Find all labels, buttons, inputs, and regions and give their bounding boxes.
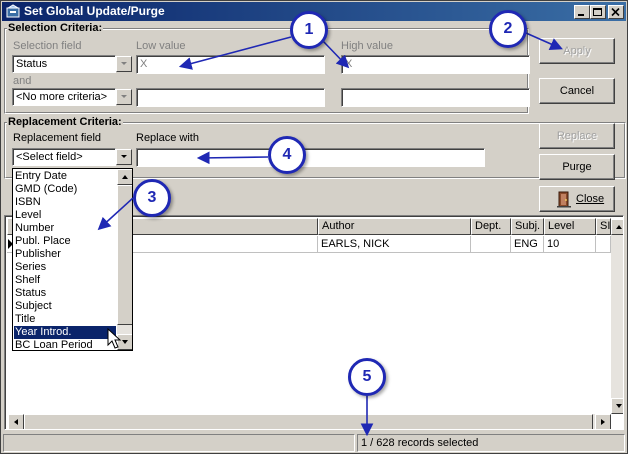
dropdown-option-subject[interactable]: Subject	[14, 300, 116, 313]
purge-button[interactable]: Purge	[539, 154, 615, 180]
high-value-input[interactable]: X	[341, 55, 530, 74]
replace-with-label: Replace with	[136, 132, 199, 144]
cell-author[interactable]: EARLS, NICK	[318, 236, 471, 253]
scroll-left-button[interactable]	[8, 414, 24, 429]
dropdown-option-level[interactable]: Level	[14, 209, 116, 222]
dropdown-option-publisher[interactable]: Publisher	[14, 248, 116, 261]
dropdown-option-title[interactable]: Title	[14, 313, 116, 326]
second-criteria-combo[interactable]: <No more criteria>	[12, 88, 116, 106]
minimize-button[interactable]	[574, 5, 590, 19]
records-selected-status: 1 / 628 records selected	[357, 434, 625, 452]
horizontal-scrollbar[interactable]	[8, 414, 611, 429]
apply-button[interactable]: Apply	[539, 38, 615, 64]
status-bar: 1 / 628 records selected	[3, 434, 625, 452]
replace-button[interactable]: Replace	[539, 123, 615, 149]
global-update-purge-window: Set Global Update/Purge Selection Criter…	[0, 0, 628, 454]
dropdown-scroll-up-button[interactable]	[117, 169, 132, 185]
chevron-down-icon	[121, 155, 127, 158]
second-criteria-dropdown-button[interactable]	[116, 89, 132, 105]
arrow-down-icon	[616, 404, 622, 408]
cell-level[interactable]: 10	[544, 236, 596, 253]
purge-app-icon	[6, 4, 20, 18]
dropdown-option-bc-loan-period[interactable]: BC Loan Period	[14, 339, 116, 350]
window-title: Set Global Update/Purge	[24, 4, 165, 18]
callout-badge-2: 2	[489, 10, 527, 48]
horizontal-scroll-thumb[interactable]	[24, 414, 593, 429]
vertical-scrollbar[interactable]	[611, 219, 623, 414]
callout-badge-3: 3	[133, 179, 171, 217]
and-label: and	[13, 75, 32, 87]
dropdown-option-series[interactable]: Series	[14, 261, 116, 274]
dropdown-scroll-thumb[interactable]	[117, 185, 132, 325]
close-button-label: Close	[576, 193, 605, 205]
high-value-2-input[interactable]	[341, 88, 530, 107]
column-header-si[interactable]: SI	[596, 218, 611, 235]
chevron-down-icon	[121, 62, 127, 65]
status-panel-left	[3, 434, 355, 452]
callout-badge-4: 4	[268, 136, 306, 174]
cancel-button[interactable]: Cancel	[539, 78, 615, 104]
close-icon	[611, 8, 620, 17]
dropdown-option-shelf[interactable]: Shelf	[14, 274, 116, 287]
dropdown-option-entry-date[interactable]: Entry Date	[14, 170, 116, 183]
replace-with-input[interactable]	[136, 148, 485, 167]
chevron-down-icon	[121, 95, 127, 98]
column-header-dept[interactable]: Dept.	[471, 218, 511, 235]
callout-badge-5: 5	[348, 358, 386, 396]
maximize-button[interactable]	[590, 5, 606, 19]
close-window-button[interactable]	[608, 5, 624, 19]
column-header-level[interactable]: Level	[544, 218, 596, 235]
low-value-label: Low value	[136, 40, 186, 52]
cell-subj[interactable]: ENG	[511, 236, 544, 253]
dropdown-option-year-introd[interactable]: Year Introd.	[14, 326, 116, 339]
scroll-right-button[interactable]	[595, 414, 611, 429]
close-button[interactable]: Close	[539, 186, 615, 212]
selection-field-dropdown-button[interactable]	[116, 56, 132, 72]
cell-dept[interactable]	[471, 236, 511, 253]
selection-field-label: Selection field	[13, 40, 82, 52]
dropdown-option-publ-place[interactable]: Publ. Place	[14, 235, 116, 248]
minimize-icon	[578, 14, 584, 16]
arrow-up-icon	[122, 175, 128, 179]
arrow-up-icon	[616, 225, 622, 229]
low-value-2-input[interactable]	[136, 88, 325, 107]
high-value-label: High value	[341, 40, 393, 52]
door-exit-icon	[557, 191, 571, 208]
mouse-cursor-icon	[107, 328, 122, 349]
selection-field-combo[interactable]: Status	[12, 55, 116, 73]
arrow-right-icon	[601, 419, 605, 425]
dropdown-option-isbn[interactable]: ISBN	[14, 196, 116, 209]
callout-badge-1: 1	[290, 11, 328, 49]
dropdown-option-gmd-code[interactable]: GMD (Code)	[14, 183, 116, 196]
replacement-criteria-heading: Replacement Criteria:	[7, 116, 123, 128]
column-header-subj[interactable]: Subj.	[511, 218, 544, 235]
maximize-icon	[593, 8, 602, 16]
low-value-input[interactable]: X	[136, 55, 325, 74]
column-header-author[interactable]: Author	[318, 218, 471, 235]
replacement-field-label: Replacement field	[13, 132, 102, 144]
replacement-field-combo[interactable]: <Select field>	[12, 148, 116, 166]
dropdown-option-number[interactable]: Number	[14, 222, 116, 235]
cell-si[interactable]	[596, 236, 611, 253]
scroll-down-button[interactable]	[611, 398, 623, 414]
replacement-field-dropdown-button[interactable]	[116, 149, 132, 165]
selection-criteria-heading: Selection Criteria:	[7, 22, 104, 34]
dropdown-scrollbar[interactable]	[117, 169, 132, 350]
replacement-field-dropdown-list[interactable]: Entry Date GMD (Code) ISBN Level Number …	[12, 168, 133, 351]
dropdown-option-status[interactable]: Status	[14, 287, 116, 300]
scroll-up-button[interactable]	[611, 219, 623, 235]
arrow-left-icon	[14, 419, 18, 425]
